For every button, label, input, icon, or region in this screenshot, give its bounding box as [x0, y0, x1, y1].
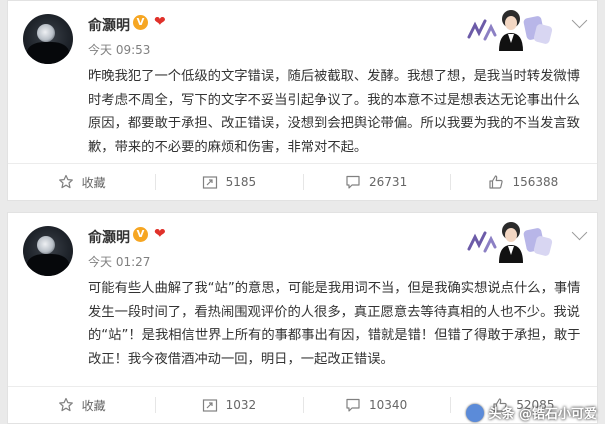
decoration-illustration: [467, 222, 553, 263]
like-count: 156388: [512, 175, 559, 189]
avatar[interactable]: [23, 14, 73, 64]
like-button[interactable]: 156388: [449, 164, 597, 200]
chevron-down-icon[interactable]: [571, 224, 588, 241]
favorite-button[interactable]: 收藏: [8, 387, 155, 423]
watermark-text: 头条 @锆石小可爱: [488, 407, 597, 422]
post-timestamp[interactable]: 今天 09:53: [88, 41, 150, 58]
post-action-bar: 收藏 5185 26731 156388: [8, 163, 597, 200]
favorite-button[interactable]: 收藏: [8, 164, 155, 200]
avatar[interactable]: [23, 226, 73, 276]
comment-icon: [346, 398, 360, 412]
star-icon: [58, 397, 73, 412]
star-icon: [58, 174, 73, 189]
watermark-logo-icon: [466, 403, 485, 422]
username[interactable]: 俞灏明: [88, 227, 130, 247]
repost-button[interactable]: 1032: [155, 387, 302, 423]
repost-icon: [202, 399, 217, 412]
weibo-post-card: 俞灏明 V ❤ 今天 01:27 可能有些人曲解了我“站”的意思，可能是我用词不…: [7, 212, 598, 424]
comment-icon: [346, 175, 360, 189]
repost-icon: [202, 176, 217, 189]
favorite-label: 收藏: [81, 175, 106, 190]
like-icon: [489, 175, 504, 189]
comment-button[interactable]: 26731: [302, 164, 450, 200]
repost-count: 5185: [225, 175, 257, 189]
decoration-illustration: [467, 10, 553, 51]
username[interactable]: 俞灏明: [88, 15, 130, 35]
comment-button[interactable]: 10340: [302, 387, 450, 423]
source-watermark: 头条 @锆石小可爱: [466, 403, 597, 422]
verified-badge: V: [133, 227, 148, 242]
heart-icon: ❤: [154, 226, 166, 242]
post-content: 可能有些人曲解了我“站”的意思，可能是我用词不当，但是我确实想说点什么，事情发生…: [88, 281, 581, 367]
comment-count: 10340: [369, 398, 408, 412]
post-timestamp[interactable]: 今天 01:27: [88, 253, 150, 270]
heart-icon: ❤: [154, 14, 166, 30]
repost-button[interactable]: 5185: [155, 164, 302, 200]
verified-badge: V: [133, 15, 148, 30]
weibo-post-card: 俞灏明 V ❤ 今天 09:53 昨晚我犯了一个低级的文字错误，随后被截取、发酵…: [7, 0, 598, 201]
repost-count: 1032: [225, 398, 257, 412]
favorite-label: 收藏: [81, 398, 106, 413]
post-content: 昨晚我犯了一个低级的文字错误，随后被截取、发酵。我想了想，是我当时转发微博时考虑…: [88, 69, 580, 155]
comment-count: 26731: [369, 175, 408, 189]
chevron-down-icon[interactable]: [571, 12, 588, 29]
